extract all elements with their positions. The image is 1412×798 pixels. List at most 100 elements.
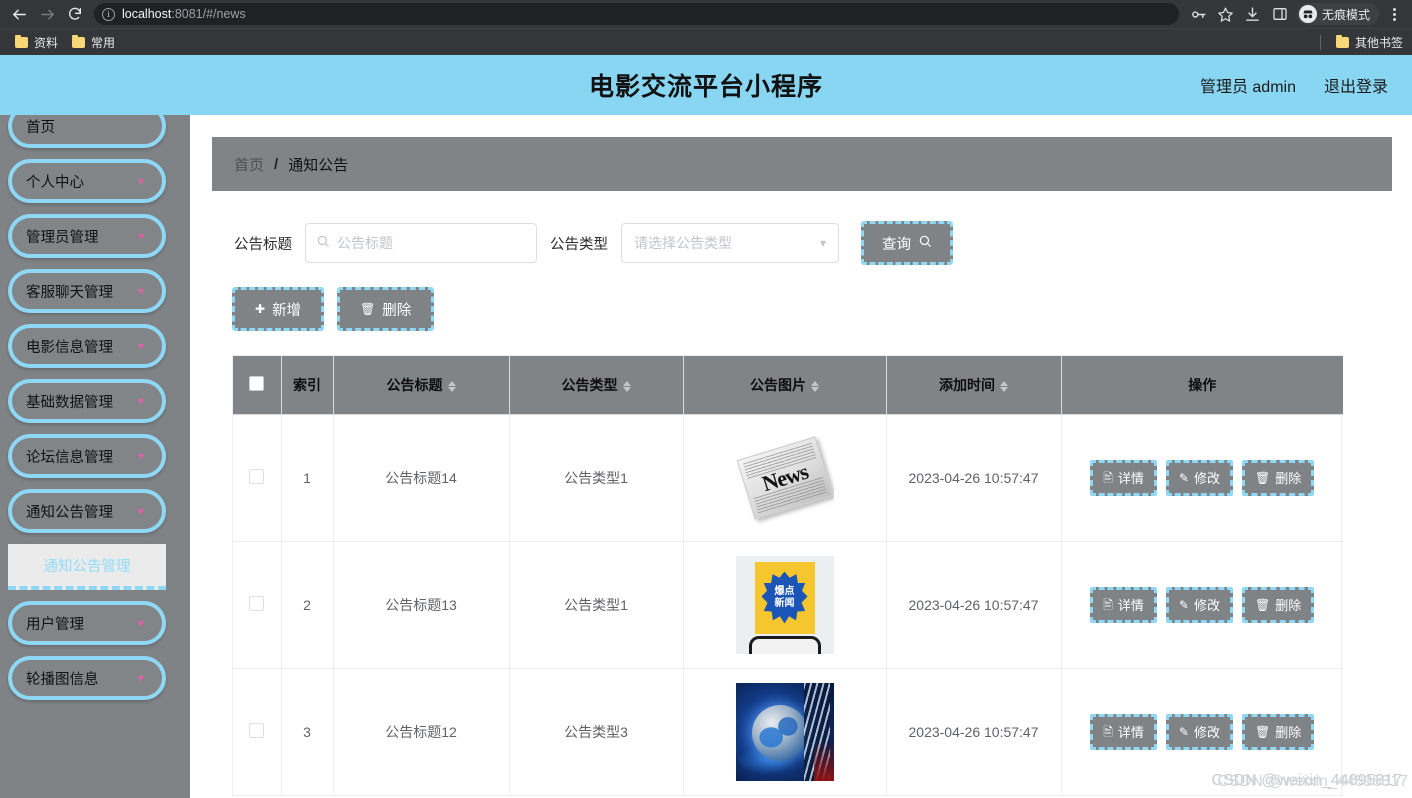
site-info-icon[interactable]: i <box>102 8 115 21</box>
bookmark-label: 资料 <box>34 34 58 51</box>
edit-button[interactable]: ✎ 修改 <box>1166 587 1233 623</box>
query-button[interactable]: 查询 <box>861 221 953 265</box>
col-operations: 操作 <box>1061 356 1343 414</box>
add-button-label: 新增 <box>272 299 301 320</box>
bookmark-label: 常用 <box>91 34 115 51</box>
sidebar-item-basic-data[interactable]: 基础数据管理 ▾ <box>8 379 166 423</box>
chevron-down-icon: ▾ <box>138 505 144 517</box>
toolbar-actions: 无痕模式 <box>1187 2 1406 26</box>
row-select-cell[interactable] <box>233 668 281 795</box>
select-all-cell[interactable] <box>233 356 281 414</box>
row-select-cell[interactable] <box>233 541 281 668</box>
phone-shape <box>749 636 821 654</box>
baodian-xinwen-thumbnail[interactable]: 爆点 新闻 <box>736 556 834 654</box>
sidebar-item-notice-management[interactable]: 通知公告管理 ▾ <box>8 489 166 533</box>
chevron-down-icon: ▾ <box>138 285 144 297</box>
sidebar-item-user-management[interactable]: 用户管理 ▾ <box>8 601 166 645</box>
row-delete-button[interactable]: 🗑 删除 <box>1242 460 1314 496</box>
bulk-actions: ✚ 新增 🗑 删除 <box>212 265 1392 331</box>
back-arrow-icon[interactable] <box>6 1 32 27</box>
row-checkbox[interactable] <box>249 469 264 484</box>
row-actions: 🖹 详情 ✎ 修改 🗑 删除 <box>1066 587 1340 623</box>
sidebar-item-home[interactable]: 首页 <box>8 115 166 148</box>
news-paper-thumbnail[interactable]: News <box>736 429 834 527</box>
row-actions: 🖹 详情 ✎ 修改 🗑 删除 <box>1066 460 1340 496</box>
kebab-menu-icon[interactable] <box>1382 2 1406 26</box>
detail-button[interactable]: 🖹 详情 <box>1090 460 1157 496</box>
document-icon: 🖹 <box>1103 599 1113 611</box>
sort-icon[interactable] <box>811 381 819 392</box>
edit-button[interactable]: ✎ 修改 <box>1166 714 1233 750</box>
col-image-label: 公告图片 <box>750 377 806 393</box>
col-image[interactable]: 公告图片 <box>683 356 886 414</box>
sidebar-item-label: 管理员管理 <box>26 226 99 247</box>
notice-type-select[interactable]: 请选择公告类型 ▾ <box>621 223 839 263</box>
sidebar-item-label: 论坛信息管理 <box>26 446 113 467</box>
globe-tech-thumbnail[interactable] <box>736 683 834 781</box>
row-select-cell[interactable] <box>233 414 281 541</box>
search-title-input[interactable]: 公告标题 <box>305 223 537 263</box>
logout-button[interactable]: 退出登录 <box>1324 73 1388 97</box>
side-panel-icon[interactable] <box>1268 2 1292 26</box>
sort-icon[interactable] <box>1000 381 1008 392</box>
search-title-placeholder: 公告标题 <box>337 233 393 253</box>
incognito-indicator[interactable]: 无痕模式 <box>1297 3 1379 25</box>
detail-button[interactable]: 🖹 详情 <box>1090 714 1157 750</box>
detail-button-label: 详情 <box>1118 722 1144 741</box>
app-body: 首页 个人中心 ▾ 管理员管理 ▾ 客服聊天管理 ▾ 电 <box>0 115 1412 798</box>
current-user-label: 管理员 admin <box>1200 73 1296 97</box>
sidebar-item-forum-info[interactable]: 论坛信息管理 ▾ <box>8 434 166 478</box>
reload-icon[interactable] <box>62 1 88 27</box>
star-icon[interactable] <box>1214 2 1238 26</box>
edit-button[interactable]: ✎ 修改 <box>1166 460 1233 496</box>
col-type[interactable]: 公告类型 <box>509 356 683 414</box>
col-time[interactable]: 添加时间 <box>886 356 1061 414</box>
pencil-icon: ✎ <box>1179 726 1189 738</box>
row-index: 2 <box>281 541 333 668</box>
sidebar-item-label: 首页 <box>26 116 55 137</box>
row-index: 1 <box>281 414 333 541</box>
row-delete-button[interactable]: 🗑 删除 <box>1242 587 1314 623</box>
sidebar-item-movie-info[interactable]: 电影信息管理 ▾ <box>8 324 166 368</box>
key-icon[interactable] <box>1187 2 1211 26</box>
document-icon: 🖹 <box>1103 472 1113 484</box>
col-title[interactable]: 公告标题 <box>333 356 509 414</box>
delete-button[interactable]: 🗑 删除 <box>337 287 434 331</box>
breadcrumb-home[interactable]: 首页 <box>234 154 264 175</box>
incognito-avatar-icon <box>1299 5 1317 23</box>
bookmark-item-changyong[interactable]: 常用 <box>65 32 122 53</box>
sidebar-item-label: 电影信息管理 <box>26 336 113 357</box>
address-bar[interactable]: i localhost:8081/#/news <box>94 3 1179 25</box>
delete-button-label: 删除 <box>382 299 411 320</box>
other-bookmarks-button[interactable]: 其他书签 <box>1329 32 1410 53</box>
select-all-checkbox[interactable] <box>249 376 264 391</box>
sidebar-item-admin-management[interactable]: 管理员管理 ▾ <box>8 214 166 258</box>
row-checkbox[interactable] <box>249 723 264 738</box>
bookmark-item-ziliao[interactable]: 资料 <box>8 32 65 53</box>
table-row: 3 公告标题12 公告类型3 202 <box>233 668 1343 795</box>
sort-icon[interactable] <box>448 381 456 392</box>
notices-table: 索引 公告标题 公告类型 公告图片 添加时间 操作 1 公告标题14 <box>233 356 1343 796</box>
col-index-label: 索引 <box>293 377 321 393</box>
row-delete-button[interactable]: 🗑 删除 <box>1242 714 1314 750</box>
sidebar-item-carousel-info[interactable]: 轮播图信息 ▾ <box>8 656 166 700</box>
sidebar-submenu-notice-management[interactable]: 通知公告管理 <box>8 544 166 590</box>
sidebar-item-personal-center[interactable]: 个人中心 ▾ <box>8 159 166 203</box>
table-body: 1 公告标题14 公告类型1 News 2023-04-26 10:57 <box>233 414 1343 795</box>
detail-button[interactable]: 🖹 详情 <box>1090 587 1157 623</box>
notice-type-placeholder: 请选择公告类型 <box>634 233 732 253</box>
row-image-cell: 爆点 新闻 <box>683 541 886 668</box>
sidebar-scroll-area[interactable]: 首页 个人中心 ▾ 管理员管理 ▾ 客服聊天管理 ▾ 电 <box>0 115 190 798</box>
row-checkbox[interactable] <box>249 596 264 611</box>
chevron-down-icon: ▾ <box>138 672 144 684</box>
app-root: 电影交流平台小程序 管理员 admin 退出登录 首页 个人中心 ▾ 管理员管理 <box>0 55 1412 798</box>
trash-icon: 🗑 <box>1255 726 1270 738</box>
burst-shape: 爆点 新闻 <box>762 572 808 624</box>
download-icon[interactable] <box>1241 2 1265 26</box>
sidebar-item-customer-chat[interactable]: 客服聊天管理 ▾ <box>8 269 166 313</box>
chevron-down-icon: ▾ <box>138 230 144 242</box>
add-button[interactable]: ✚ 新增 <box>232 287 324 331</box>
forward-arrow-icon[interactable] <box>34 1 60 27</box>
breadcrumb-separator: / <box>274 156 278 173</box>
sort-icon[interactable] <box>623 381 631 392</box>
